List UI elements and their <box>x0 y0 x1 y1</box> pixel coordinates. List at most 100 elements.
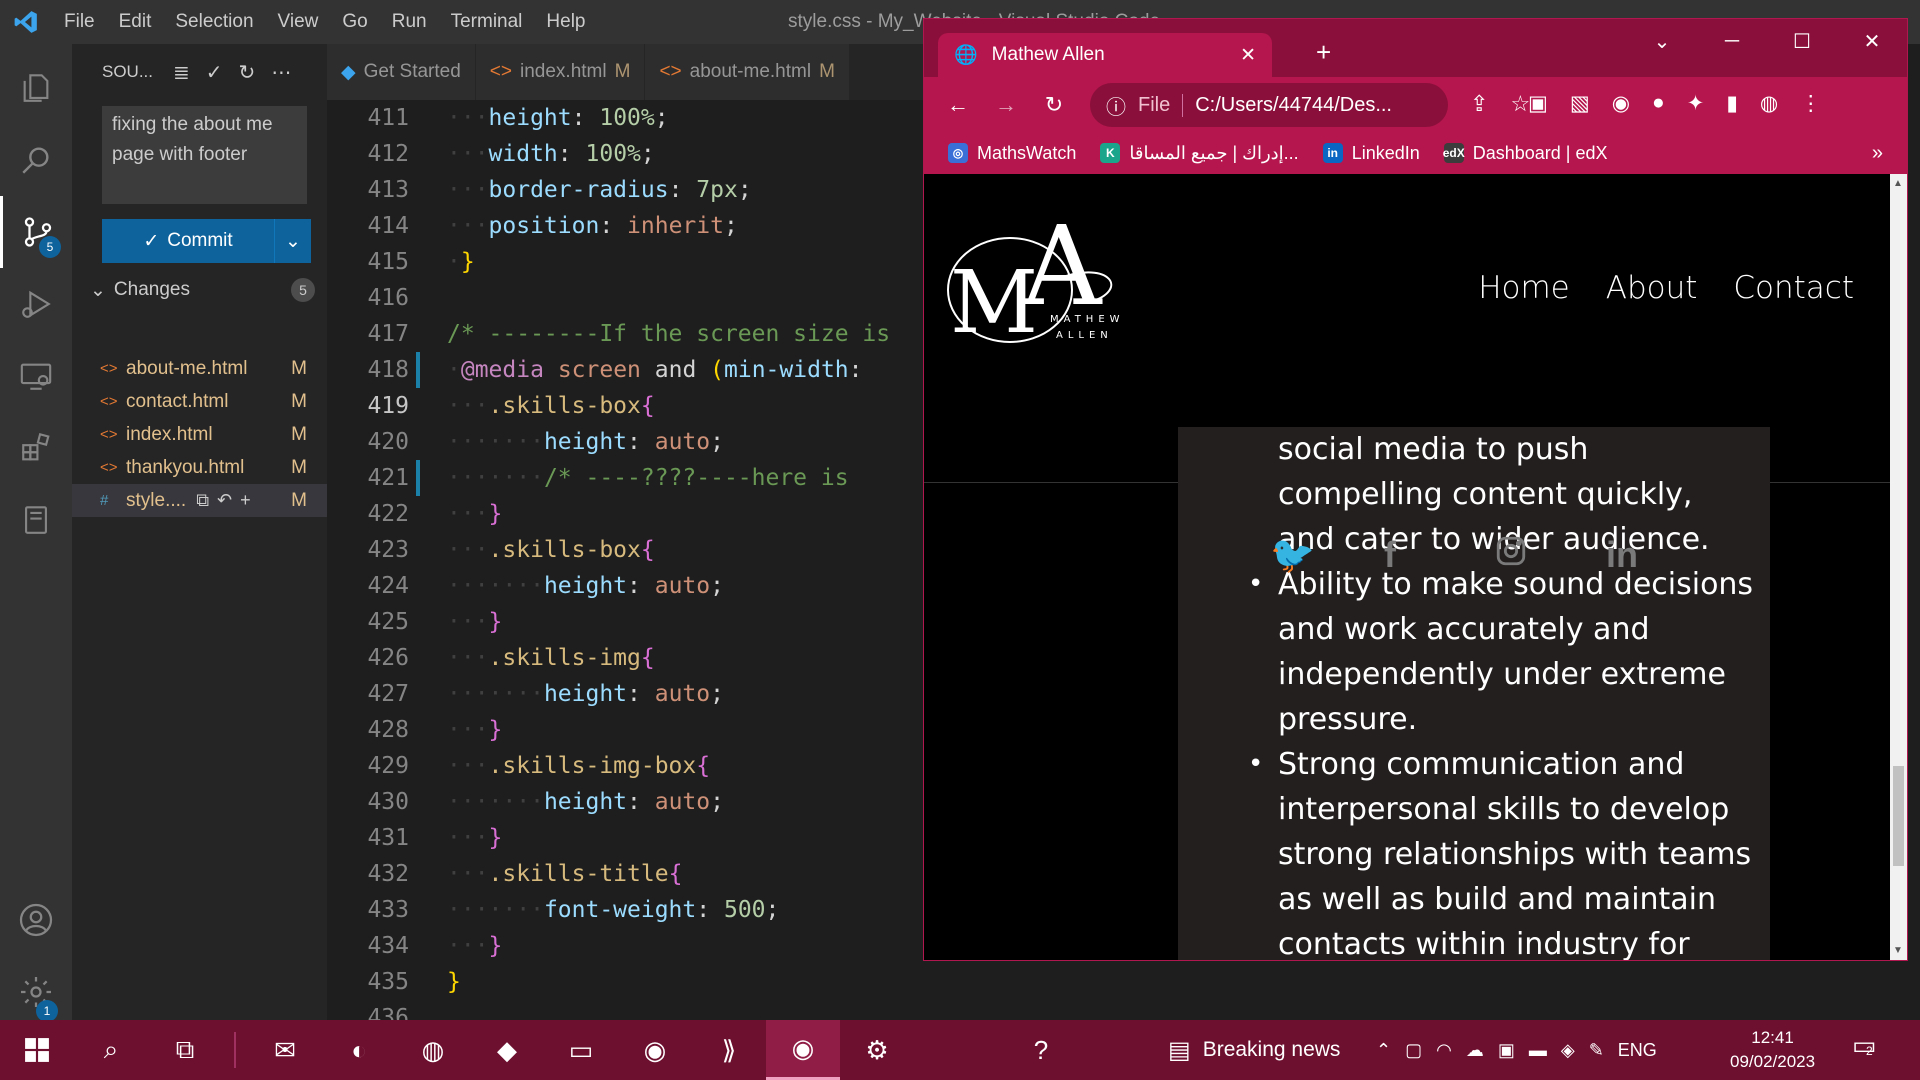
open-file-icon[interactable]: ⧉ <box>196 490 209 511</box>
nav-link-home[interactable]: Home <box>1478 270 1570 306</box>
tab-get-started[interactable]: ◆ Get Started <box>327 44 476 100</box>
dropbox-icon[interactable]: ◈ <box>1561 1040 1575 1061</box>
edge-browser-icon[interactable]: ◐ <box>322 1020 396 1080</box>
mail-app-icon[interactable]: ✉ <box>248 1020 322 1080</box>
bookmark-edraak[interactable]: K إدراك | جميع المساقا... <box>1100 143 1299 164</box>
search-icon[interactable] <box>0 124 72 196</box>
menu-help[interactable]: Help <box>534 0 597 44</box>
extension-grey-icon[interactable]: ▧ <box>1570 91 1590 116</box>
vscode-taskbar-icon[interactable]: ⟫ <box>692 1020 766 1080</box>
page-scrollbar[interactable]: ▲ ▼ <box>1890 174 1907 960</box>
facebook-icon[interactable]: f <box>1384 534 1396 576</box>
extension-orange-icon[interactable]: ● <box>1652 91 1665 116</box>
news-widget[interactable]: ▤ Breaking news <box>1168 1020 1340 1080</box>
twitter-icon[interactable]: 🐦 <box>1270 534 1315 576</box>
browser-tab-active[interactable]: 🌐 Mathew Allen ✕ <box>938 33 1272 77</box>
close-tab-icon[interactable]: ✕ <box>1240 44 1256 67</box>
account-icon[interactable] <box>0 884 72 956</box>
extension-pink-icon[interactable]: ▣ <box>1528 91 1548 116</box>
cookie-icon[interactable]: ◉ <box>1612 91 1630 116</box>
maximize-icon[interactable]: ☐ <box>1767 19 1837 63</box>
back-arrow-icon[interactable]: ← <box>934 92 982 118</box>
menu-go[interactable]: Go <box>330 0 379 44</box>
bing-app-icon[interactable]: ◆ <box>470 1020 544 1080</box>
new-tab-plus-icon[interactable]: + <box>1316 37 1331 68</box>
commit-message-input[interactable]: fixing the about me page with footer <box>102 106 307 204</box>
commit-dropdown-chevron-icon[interactable]: ⌄ <box>275 219 311 263</box>
menu-view[interactable]: View <box>266 0 331 44</box>
bookmark-linkedin[interactable]: in LinkedIn <box>1322 143 1420 164</box>
changed-file-row[interactable]: <> thankyou.html M <box>72 451 327 484</box>
side-panel-icon[interactable]: ▮ <box>1726 91 1738 116</box>
code-editor[interactable]: 411 ···height: 100%; 412 ···width: 100%; 4… <box>327 100 927 1020</box>
start-windows-icon[interactable] <box>0 1020 74 1080</box>
more-actions-icon[interactable]: ⋯ <box>271 60 291 85</box>
taskbar-search-icon[interactable]: ⌕ <box>74 1020 148 1080</box>
pen-icon[interactable]: ✎ <box>1589 1040 1604 1061</box>
tab-index-html[interactable]: <> index.html M <box>475 44 646 100</box>
bookmark-mathswatch[interactable]: ◎ MathsWatch <box>948 143 1076 164</box>
task-view-icon[interactable]: ⧉ <box>148 1020 222 1080</box>
kebab-menu-icon[interactable]: ⋮ <box>1800 91 1821 116</box>
changed-file-row-selected[interactable]: # style.... ⧉ ↶ + M <box>72 484 327 517</box>
forward-arrow-icon[interactable]: → <box>982 92 1030 118</box>
scroll-down-arrow-icon[interactable]: ▼ <box>1893 945 1903 956</box>
scrollbar-thumb[interactable] <box>1893 766 1904 866</box>
chrome-taskbar-icon[interactable]: ◉ <box>766 1020 840 1080</box>
taskbar-clock[interactable]: 12:41 09/02/2023 <box>1730 1026 1815 1074</box>
nav-link-contact[interactable]: Contact <box>1733 270 1854 306</box>
tab-about-me-html[interactable]: <> about-me.html M <box>645 44 850 100</box>
changed-file-row[interactable]: <> contact.html M <box>72 385 327 418</box>
menu-file[interactable]: File <box>52 0 107 44</box>
stage-changes-icon[interactable]: + <box>240 490 251 511</box>
web-page-viewport[interactable]: M A MATHEW ALLEN Home About Contact soci… <box>924 174 1890 960</box>
bookmarks-overflow-icon[interactable]: » <box>1872 142 1883 165</box>
language-indicator[interactable]: ENG <box>1618 1040 1657 1061</box>
site-logo[interactable]: M A MATHEW ALLEN <box>940 200 1140 353</box>
get-help-icon[interactable]: ? <box>1004 1020 1078 1080</box>
chrome-profile-icon[interactable]: ◉ <box>618 1020 692 1080</box>
tray-app-icon[interactable]: ▢ <box>1405 1040 1422 1061</box>
display-icon[interactable]: ▣ <box>1498 1040 1515 1061</box>
close-window-icon[interactable]: ✕ <box>1837 19 1907 63</box>
wifi-icon[interactable]: ◠ <box>1436 1040 1452 1061</box>
reload-icon[interactable]: ↻ <box>1030 92 1078 118</box>
commit-button[interactable]: ✓ Commit <box>102 219 275 263</box>
profile-avatar[interactable]: ◍ <box>1760 91 1778 116</box>
puzzle-extensions-icon[interactable]: ✦ <box>1687 91 1705 116</box>
menu-terminal[interactable]: Terminal <box>439 0 535 44</box>
nav-link-about[interactable]: About <box>1606 270 1698 306</box>
refresh-icon[interactable]: ↻ <box>239 60 256 85</box>
changed-file-row[interactable]: <> index.html M <box>72 418 327 451</box>
menu-edit[interactable]: Edit <box>107 0 164 44</box>
menu-run[interactable]: Run <box>380 0 439 44</box>
commit-check-icon[interactable]: ✓ <box>206 60 223 85</box>
bookmark-edx[interactable]: edX Dashboard | edX <box>1443 143 1608 164</box>
firefox-icon[interactable]: ◍ <box>396 1020 470 1080</box>
remote-explorer-icon[interactable] <box>0 340 72 412</box>
file-explorer-icon[interactable]: ▭ <box>544 1020 618 1080</box>
battery-icon[interactable]: ▬ <box>1529 1040 1547 1061</box>
menu-selection[interactable]: Selection <box>163 0 265 44</box>
minimize-icon[interactable]: ─ <box>1697 19 1767 63</box>
settings-gear-icon[interactable]: 1 <box>0 956 72 1028</box>
share-icon[interactable]: ⇪ <box>1470 91 1488 117</box>
settings-taskbar-icon[interactable]: ⚙ <box>840 1020 914 1080</box>
explorer-icon[interactable] <box>0 52 72 124</box>
changed-file-row[interactable]: <> about-me.html M <box>72 352 327 385</box>
notebook-icon[interactable] <box>0 484 72 556</box>
run-debug-icon[interactable] <box>0 268 72 340</box>
linkedin-social-icon[interactable]: in <box>1606 534 1638 576</box>
tray-chevron-up-icon[interactable]: ⌃ <box>1376 1040 1391 1061</box>
instagram-icon[interactable] <box>1494 534 1528 568</box>
source-control-icon[interactable]: 5 <box>0 196 72 268</box>
address-bar[interactable]: ⓘ File C:/Users/44744/Des... <box>1090 83 1448 127</box>
view-as-tree-icon[interactable]: ≣ <box>173 60 190 85</box>
onedrive-cloud-icon[interactable]: ☁ <box>1466 1040 1484 1061</box>
changes-header[interactable]: ⌄ Changes 5 <box>90 274 315 306</box>
scroll-up-arrow-icon[interactable]: ▲ <box>1893 178 1903 189</box>
discard-changes-icon[interactable]: ↶ <box>217 490 232 511</box>
tab-search-chevron-icon[interactable]: ⌄ <box>1627 19 1697 63</box>
extensions-icon[interactable] <box>0 412 72 484</box>
notifications-icon[interactable]: ▭ 2 <box>1852 1030 1877 1061</box>
